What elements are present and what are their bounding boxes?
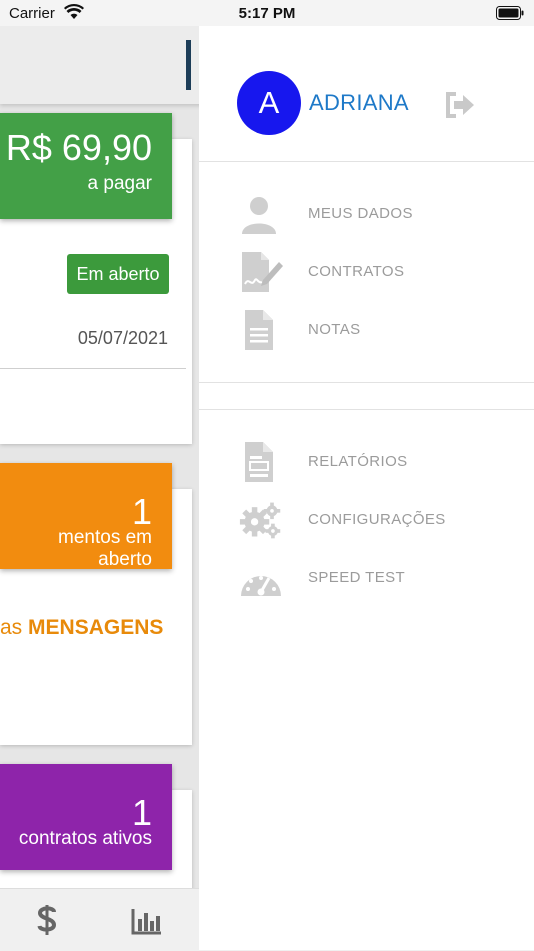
navigation-drawer: A ADRIANA MEUS DADOS CONTRATOS NOTAS REL… <box>199 26 534 950</box>
menu-item-relatorios[interactable]: RELATÓRIOS <box>199 436 534 488</box>
bar-chart-icon[interactable] <box>131 907 163 935</box>
menu-item-label: RELATÓRIOS <box>308 453 408 470</box>
payment-caption: a pagar <box>87 173 152 194</box>
status-bar: Carrier 5:17 PM <box>0 0 534 26</box>
clock: 5:17 PM <box>238 5 296 22</box>
menu-item-meus-dados[interactable]: MEUS DADOS <box>199 188 534 240</box>
dollar-icon[interactable] <box>36 903 58 937</box>
menu-item-label: SPEED TEST <box>308 569 406 586</box>
speedometer-icon <box>241 576 281 596</box>
gears-icon <box>239 502 281 539</box>
card-divider <box>0 368 186 369</box>
menu-item-label: CONFIGURAÇÕES <box>308 511 446 528</box>
status-badge: Em aberto <box>67 254 169 294</box>
contracts-tile[interactable]: 1 contratos ativos <box>0 764 172 870</box>
payment-amount: R$ 69,90 <box>5 127 152 168</box>
document-icon <box>245 310 273 350</box>
drawer-divider <box>199 409 534 410</box>
menu-item-configuracoes[interactable]: CONFIGURAÇÕES <box>199 494 534 546</box>
attendance-caption: mentos em aberto <box>58 527 152 570</box>
contracts-caption: contratos ativos <box>18 828 152 849</box>
due-date: 05/07/2021 <box>77 328 168 348</box>
menu-item-label: NOTAS <box>308 321 361 338</box>
contract-signature-icon <box>242 252 283 292</box>
drawer-divider <box>199 382 534 383</box>
payment-tile[interactable]: R$ 69,90 a pagar <box>0 113 172 219</box>
menu-item-notas[interactable]: NOTAS <box>199 304 534 356</box>
attendance-tile[interactable]: 1 mentos em aberto <box>0 463 172 570</box>
messages-link[interactable]: as MENSAGENS <box>0 616 163 640</box>
drawer-divider <box>199 161 534 162</box>
avatar[interactable]: A <box>237 71 301 135</box>
menu-item-label: CONTRATOS <box>308 263 405 280</box>
user-icon <box>242 197 276 234</box>
menu-item-speed-test[interactable]: SPEED TEST <box>199 552 534 604</box>
menu-item-contratos[interactable]: CONTRATOS <box>199 246 534 298</box>
user-name[interactable]: ADRIANA <box>309 90 409 116</box>
battery-icon <box>496 6 524 20</box>
menu-item-label: MEUS DADOS <box>308 205 413 222</box>
report-icon <box>245 442 273 482</box>
logout-icon[interactable] <box>444 91 476 119</box>
